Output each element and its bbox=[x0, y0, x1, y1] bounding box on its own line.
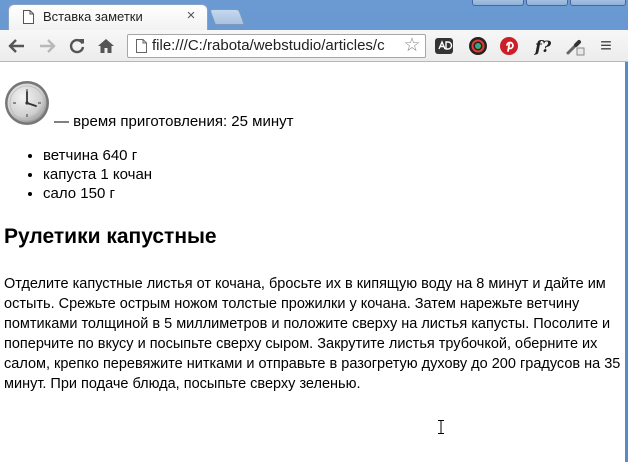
home-icon bbox=[98, 39, 114, 53]
reload-button[interactable] bbox=[66, 35, 88, 57]
forward-button[interactable] bbox=[36, 35, 58, 57]
extension-color-button[interactable] bbox=[468, 36, 488, 56]
reload-icon bbox=[69, 38, 85, 54]
home-button[interactable] bbox=[95, 35, 117, 57]
extension-ad-icon bbox=[435, 38, 453, 54]
minimize-button[interactable] bbox=[472, 0, 524, 6]
url-text[interactable]: file:///C:/rabota/webstudio/articles/c bbox=[152, 37, 385, 54]
address-bar[interactable]: file:///C:/rabota/webstudio/articles/c ☆ bbox=[127, 34, 426, 58]
new-tab-button[interactable] bbox=[209, 9, 245, 25]
pinterest-icon bbox=[500, 37, 518, 55]
ingredients-list: ветчина 640 г капуста 1 кочан сало 150 г bbox=[0, 146, 152, 203]
list-item: капуста 1 кочан bbox=[43, 165, 152, 184]
list-item: сало 150 г bbox=[43, 184, 152, 203]
browser-window: Вставка заметки × file:///C:/rabota/webs… bbox=[0, 0, 628, 462]
extension-color-icon bbox=[469, 37, 487, 55]
chrome-menu-button[interactable]: ≡ bbox=[596, 36, 616, 56]
menu-icon: ≡ bbox=[600, 35, 612, 57]
close-window-button[interactable] bbox=[570, 0, 626, 6]
cook-time-text: — время приготовления: 25 минут bbox=[54, 113, 294, 130]
page-content: — время приготовления: 25 минут ветчина … bbox=[0, 62, 625, 462]
extension-f-button[interactable]: f? bbox=[530, 36, 556, 56]
back-arrow-icon bbox=[8, 39, 24, 53]
window-controls bbox=[468, 0, 628, 10]
pinterest-button[interactable] bbox=[499, 36, 519, 56]
tab-title: Вставка заметки bbox=[43, 9, 143, 24]
forward-arrow-icon bbox=[40, 39, 56, 53]
page-title: Рулетики капустные bbox=[4, 225, 217, 248]
tab-strip: Вставка заметки × bbox=[0, 0, 628, 30]
extension-ad-button[interactable] bbox=[434, 36, 454, 56]
extension-f-icon: f? bbox=[534, 36, 552, 56]
tab-close-icon[interactable]: × bbox=[183, 7, 199, 25]
page-icon bbox=[136, 39, 147, 53]
list-item: ветчина 640 г bbox=[43, 146, 152, 165]
tab-active[interactable]: Вставка заметки × bbox=[8, 4, 208, 30]
page-icon bbox=[23, 10, 34, 24]
text-cursor-icon bbox=[438, 420, 444, 434]
maximize-button[interactable] bbox=[526, 0, 568, 6]
eyedropper-icon bbox=[566, 40, 585, 56]
clock-icon bbox=[5, 81, 49, 125]
eyedropper-button[interactable] bbox=[565, 36, 585, 56]
back-button[interactable] bbox=[6, 35, 28, 57]
bookmark-star-icon[interactable]: ☆ bbox=[401, 35, 423, 57]
browser-toolbar: file:///C:/rabota/webstudio/articles/c ☆ bbox=[0, 30, 628, 62]
recipe-instructions: Отделите капустные листья от кочана, бро… bbox=[4, 276, 621, 392]
